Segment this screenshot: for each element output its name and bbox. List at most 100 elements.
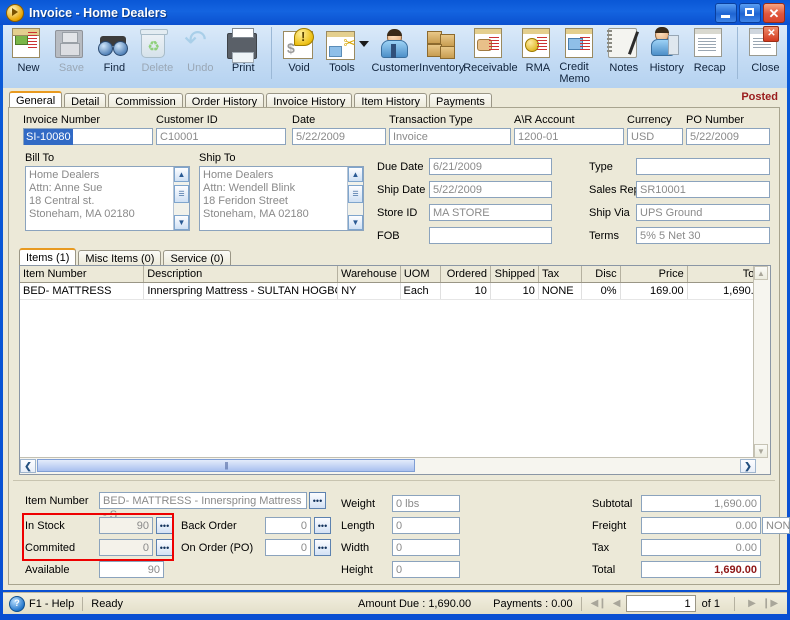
po-number-input[interactable]: 5/22/2009 — [686, 128, 770, 145]
scroll-up-icon[interactable]: ▲ — [174, 167, 189, 182]
last-record-button[interactable]: ❙▶ — [761, 596, 779, 612]
grid-header-uom[interactable]: UOM — [401, 266, 442, 282]
grid-header-disc[interactable]: Disc — [582, 266, 621, 282]
toolbar-button-receivable[interactable]: Receivable — [463, 25, 518, 85]
grid-vertical-scrollbar[interactable]: ▲ ▼ — [753, 266, 770, 474]
ship-via-input[interactable]: UPS Ground — [636, 204, 770, 221]
item-number-lookup-button[interactable]: ••• — [309, 492, 326, 509]
ship-to-scrollbar[interactable]: ▲ ☰ ▼ — [347, 167, 363, 230]
customer-id-input[interactable]: C10001 — [156, 128, 286, 145]
grid-header-tax[interactable]: Tax — [539, 266, 583, 282]
grid-header-warehouse[interactable]: Warehouse — [338, 266, 401, 282]
grid-header-shipped[interactable]: Shipped — [491, 266, 540, 282]
scroll-left-icon[interactable]: ❮ — [20, 459, 36, 473]
grid-tab-items[interactable]: Items (1) — [19, 248, 77, 266]
width-input[interactable]: 0 — [392, 539, 460, 556]
freight-tax-code[interactable]: NON — [762, 517, 790, 534]
first-record-button[interactable]: ◀❙ — [590, 596, 608, 612]
detail-item-number-input[interactable]: BED- MATTRESS - Innerspring Mattress - S — [99, 492, 307, 521]
back-order-input[interactable]: 0 — [265, 517, 311, 534]
grid-header-ordered[interactable]: Ordered — [441, 266, 492, 282]
toolbar-button-credit-memo[interactable]: Credit Memo — [559, 25, 602, 85]
terms-input[interactable]: 5% 5 Net 30 — [636, 227, 770, 244]
in-stock-lookup-button[interactable]: ••• — [156, 517, 173, 534]
toolbar-button-notes[interactable]: Notes — [602, 25, 645, 85]
page-number-input[interactable]: 1 — [625, 595, 696, 612]
toolbar-button-rma[interactable]: RMA — [516, 25, 559, 85]
scroll-right-icon[interactable]: ❯ — [740, 459, 756, 473]
scroll-thumb[interactable]: ☰ — [174, 185, 189, 203]
grid-header-item-number[interactable]: Item Number — [20, 266, 145, 282]
toolbar-button-find[interactable]: Find — [93, 25, 136, 85]
ar-account-input[interactable]: 1200-01 — [514, 128, 624, 145]
toolbar-button-undo[interactable]: Undo — [179, 25, 222, 85]
sales-rep-input[interactable]: SR10001 — [636, 181, 770, 198]
credit-memo-icon — [564, 28, 597, 59]
help-icon[interactable]: ? — [9, 595, 25, 612]
scroll-down-icon[interactable]: ▼ — [348, 215, 363, 230]
bill-to-memo[interactable]: Home Dealers Attn: Anne Sue 18 Central s… — [25, 166, 190, 231]
invoice-number-input[interactable]: SI-10080 — [23, 128, 153, 145]
trash-can-icon — [140, 28, 173, 60]
close-button[interactable]: ✕ — [763, 3, 785, 23]
currency-input[interactable]: USD — [627, 128, 683, 145]
bill-to-line: 18 Central st. — [29, 195, 95, 207]
due-date-input[interactable]: 6/21/2009 — [429, 158, 552, 175]
invoice-number-label: Invoice Number — [23, 114, 101, 126]
bill-to-scrollbar[interactable]: ▲ ☰ ▼ — [173, 167, 189, 230]
toolbar-button-inventory[interactable]: Inventory — [419, 25, 464, 85]
grid-header-price[interactable]: Price — [621, 266, 688, 282]
toolbar-button-customer[interactable]: Customer — [371, 25, 419, 85]
ship-date-input[interactable]: 5/22/2009 — [429, 181, 552, 198]
grid-tab-misc-items[interactable]: Misc Items (0) — [78, 250, 162, 266]
close-icon: ✕ — [768, 5, 780, 21]
committed-lookup-button[interactable]: ••• — [156, 539, 173, 556]
scroll-up-icon[interactable]: ▲ — [348, 167, 363, 182]
invoice-number-value: SI-10080 — [24, 129, 73, 145]
grid-horizontal-scrollbar[interactable]: ❮ ||| ❯ — [20, 457, 756, 474]
transaction-type-input[interactable]: Invoice — [389, 128, 511, 145]
in-stock-input[interactable]: 90 — [99, 517, 153, 534]
grid-header-description[interactable]: Description — [144, 266, 338, 282]
toolbar-button-print[interactable]: Print — [222, 25, 265, 85]
prev-record-button[interactable]: ◀ — [608, 596, 626, 612]
scroll-down-icon[interactable]: ▼ — [754, 444, 768, 458]
store-id-input[interactable]: MA STORE — [429, 204, 552, 221]
committed-input[interactable]: 0 — [99, 539, 153, 556]
help-label[interactable]: F1 - Help — [29, 598, 74, 610]
type-input[interactable] — [636, 158, 770, 175]
toolbar-label: New — [17, 62, 40, 74]
on-order-po-input[interactable]: 0 — [265, 539, 311, 556]
rma-document-icon — [521, 28, 554, 60]
height-input[interactable]: 0 — [392, 561, 460, 578]
ship-to-memo[interactable]: Home Dealers Attn: Wendell Blink 18 Feri… — [199, 166, 364, 231]
on-order-po-lookup-button[interactable]: ••• — [314, 539, 331, 556]
weight-input[interactable]: 0 lbs — [392, 495, 460, 512]
chevron-down-icon[interactable] — [359, 41, 370, 47]
toolbar-button-void[interactable]: $ Void — [278, 25, 321, 85]
toolbar-button-save[interactable]: Save — [50, 25, 93, 85]
toolbar-button-delete[interactable]: Delete — [136, 25, 179, 85]
back-order-label: Back Order — [181, 520, 237, 532]
next-record-button[interactable]: ▶ — [743, 596, 761, 612]
length-input[interactable]: 0 — [392, 517, 460, 534]
fob-input[interactable] — [429, 227, 552, 244]
toolbar-button-new[interactable]: New — [7, 25, 50, 85]
scroll-thumb[interactable]: ☰ — [348, 185, 363, 203]
maximize-button[interactable] — [739, 3, 761, 23]
back-order-lookup-button[interactable]: ••• — [314, 517, 331, 534]
toolbar-button-recap[interactable]: Recap — [688, 25, 731, 85]
scroll-down-icon[interactable]: ▼ — [174, 215, 189, 230]
due-date-label: Due Date — [377, 161, 424, 173]
minimize-button[interactable] — [715, 3, 737, 23]
grid-tab-service[interactable]: Service (0) — [163, 250, 231, 266]
table-row[interactable]: BED- MATTRESS Innerspring Mattress - SUL… — [20, 283, 770, 300]
scroll-up-icon[interactable]: ▲ — [754, 266, 768, 280]
toolbar-button-history[interactable]: History — [645, 25, 688, 85]
date-input[interactable]: 5/22/2009 — [292, 128, 386, 145]
horizontal-scroll-thumb[interactable]: ||| — [37, 459, 415, 472]
freight-input[interactable]: 0.00 — [641, 517, 761, 534]
toolbar-button-tools[interactable]: ✂ Tools — [321, 25, 364, 85]
toolbar-button-close[interactable]: ✕ Close — [744, 25, 787, 85]
undo-arrow-icon — [184, 25, 216, 60]
